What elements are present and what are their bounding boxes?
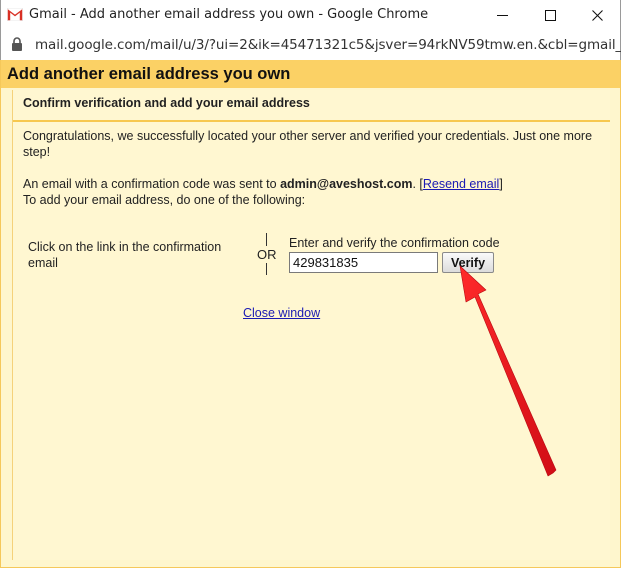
gmail-icon (7, 8, 23, 21)
close-icon (591, 9, 603, 21)
content-panel: Confirm verification and add your email … (12, 90, 610, 560)
minimize-icon (496, 14, 508, 16)
option-click-link-text: Click on the link in the confirmation em… (28, 240, 222, 270)
confirmation-code-input[interactable] (289, 252, 438, 273)
sent-message: An email with a confirmation code was se… (23, 177, 503, 191)
or-divider-bottom (266, 263, 267, 275)
resend-email-link[interactable]: Resend email (423, 177, 499, 191)
address-bar[interactable]: mail.google.com/mail/u/3/?ui=2&ik=454713… (0, 30, 621, 60)
window-titlebar: Gmail - Add another email address you ow… (0, 0, 621, 30)
sent-email: admin@aveshost.com (280, 177, 413, 191)
close-window-link[interactable]: Close window (243, 306, 320, 320)
popup-page: Add another email address you own Confir… (0, 60, 621, 568)
minimize-button[interactable] (479, 0, 525, 30)
congrats-message: Congratulations, we successfully located… (23, 129, 593, 159)
lock-icon[interactable] (11, 37, 23, 51)
or-divider-top (266, 233, 267, 246)
section-divider (13, 120, 610, 122)
sent-suffix: . [ (412, 177, 423, 191)
or-label: OR (257, 247, 277, 262)
url-text[interactable]: mail.google.com/mail/u/3/?ui=2&ik=454713… (35, 37, 621, 53)
page-title: Add another email address you own (7, 65, 291, 83)
maximize-button[interactable] (527, 0, 573, 30)
section-title: Confirm verification and add your email … (23, 96, 310, 110)
header-band: Add another email address you own (1, 60, 620, 88)
maximize-icon (544, 9, 556, 21)
instructions-text: To add your email address, do one of the… (23, 193, 306, 207)
close-button[interactable] (574, 0, 620, 30)
sent-prefix: An email with a confirmation code was se… (23, 177, 281, 191)
verify-button[interactable]: Verify (442, 252, 494, 273)
window-title: Gmail - Add another email address you ow… (29, 7, 429, 22)
enter-code-label: Enter and verify the confirmation code (289, 236, 500, 250)
resend-close-bracket: ] (499, 177, 503, 191)
